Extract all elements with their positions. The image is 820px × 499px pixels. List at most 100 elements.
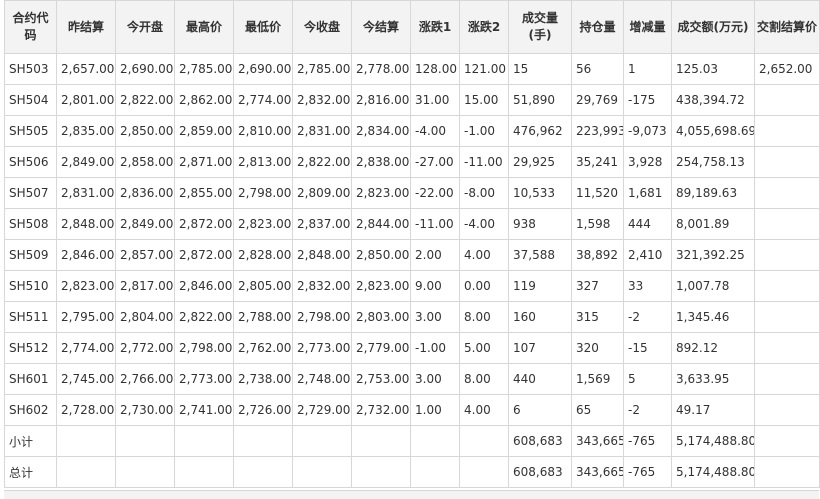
table-cell: 2,652.00 bbox=[754, 53, 820, 85]
col-header-volume: 成交量(手) bbox=[508, 0, 572, 54]
table-cell: 51,890 bbox=[508, 84, 572, 116]
table-row: SH510 2,823.00 2,817.00 2,846.00 2,805.00 2,8… bbox=[4, 270, 820, 302]
table-cell: 2,836.00 bbox=[115, 177, 175, 209]
table-cell: 2,862.00 bbox=[174, 84, 234, 116]
table-cell: 2,804.00 bbox=[115, 301, 175, 333]
table-cell: 2,795.00 bbox=[56, 301, 116, 333]
table-cell: 2,774.00 bbox=[56, 332, 116, 364]
header-row: 合约代码 昨结算 今开盘 最高价 最低价 今收盘 今结算 涨跌1 涨跌2 成交量… bbox=[4, 0, 820, 54]
table-cell: 2,823.00 bbox=[351, 177, 411, 209]
col-header-turnover: 成交额(万元) bbox=[671, 0, 755, 54]
table-cell: -2 bbox=[623, 394, 672, 426]
table-cell: 总计 bbox=[4, 456, 57, 488]
col-header-close: 今收盘 bbox=[292, 0, 352, 54]
col-header-change2: 涨跌2 bbox=[459, 0, 509, 54]
table-cell: 2,810.00 bbox=[233, 115, 293, 147]
table-row: SH509 2,846.00 2,857.00 2,872.00 2,828.00 2,8… bbox=[4, 239, 820, 271]
table-cell: -8.00 bbox=[459, 177, 509, 209]
table-cell: 2,809.00 bbox=[292, 177, 352, 209]
table-cell bbox=[174, 456, 234, 488]
table-cell: 2,785.00 bbox=[292, 53, 352, 85]
table-cell: 2,872.00 bbox=[174, 208, 234, 240]
table-cell: SH602 bbox=[4, 394, 57, 426]
table-cell: 2,849.00 bbox=[115, 208, 175, 240]
table-cell: 1,007.78 bbox=[671, 270, 755, 302]
table-cell: 1,598 bbox=[571, 208, 624, 240]
table-cell bbox=[56, 456, 116, 488]
table-cell: 2,859.00 bbox=[174, 115, 234, 147]
table-cell: 1.00 bbox=[410, 394, 460, 426]
table-cell: 29,769 bbox=[571, 84, 624, 116]
table-cell: 8,001.89 bbox=[671, 208, 755, 240]
table-cell: 2,822.00 bbox=[174, 301, 234, 333]
table-cell: 343,665 bbox=[571, 425, 624, 457]
col-header-high: 最高价 bbox=[174, 0, 234, 54]
table-cell: 3,633.95 bbox=[671, 363, 755, 395]
table-cell: 56 bbox=[571, 53, 624, 85]
table-cell: 608,683 bbox=[508, 456, 572, 488]
table-cell: 4,055,698.69 bbox=[671, 115, 755, 147]
table-cell: 3,928 bbox=[623, 146, 672, 178]
table-cell: 1,569 bbox=[571, 363, 624, 395]
table-cell: 2,823.00 bbox=[233, 208, 293, 240]
table-cell: 9.00 bbox=[410, 270, 460, 302]
table-cell: -27.00 bbox=[410, 146, 460, 178]
table-cell: 476,962 bbox=[508, 115, 572, 147]
table-cell bbox=[174, 425, 234, 457]
table-cell bbox=[292, 456, 352, 488]
table-cell: 2,872.00 bbox=[174, 239, 234, 271]
table-cell bbox=[754, 332, 820, 364]
table-cell: 2,848.00 bbox=[292, 239, 352, 271]
table-cell: 29,925 bbox=[508, 146, 572, 178]
table-cell bbox=[754, 425, 820, 457]
table-cell: -2 bbox=[623, 301, 672, 333]
table-cell: 2,690.00 bbox=[115, 53, 175, 85]
table-cell: 33 bbox=[623, 270, 672, 302]
table-cell: -765 bbox=[623, 425, 672, 457]
table-row: SH505 2,835.00 2,850.00 2,859.00 2,810.00 2,8… bbox=[4, 115, 820, 147]
table-cell: 4.00 bbox=[459, 239, 509, 271]
table-cell: 223,993 bbox=[571, 115, 624, 147]
table-cell: 2,828.00 bbox=[233, 239, 293, 271]
col-header-code: 合约代码 bbox=[4, 0, 57, 54]
table-cell: 938 bbox=[508, 208, 572, 240]
table-cell bbox=[56, 425, 116, 457]
table-cell bbox=[754, 394, 820, 426]
col-header-open: 今开盘 bbox=[115, 0, 175, 54]
table-cell: 2,834.00 bbox=[351, 115, 411, 147]
table-cell: SH503 bbox=[4, 53, 57, 85]
table-cell: 2,762.00 bbox=[233, 332, 293, 364]
table-cell: 2,822.00 bbox=[115, 84, 175, 116]
table-row: SH511 2,795.00 2,804.00 2,822.00 2,788.00 2,7… bbox=[4, 301, 820, 333]
table-cell: 6 bbox=[508, 394, 572, 426]
table-cell: 2,805.00 bbox=[233, 270, 293, 302]
table-cell: 31.00 bbox=[410, 84, 460, 116]
table-cell: -11.00 bbox=[410, 208, 460, 240]
table-cell: 438,394.72 bbox=[671, 84, 755, 116]
table-cell: 5 bbox=[623, 363, 672, 395]
table-cell bbox=[410, 456, 460, 488]
table-row: SH602 2,728.00 2,730.00 2,741.00 2,726.00 2,7… bbox=[4, 394, 820, 426]
table-row: SH504 2,801.00 2,822.00 2,862.00 2,774.00 2,8… bbox=[4, 84, 820, 116]
table-cell: 343,665 bbox=[571, 456, 624, 488]
table-cell: 892.12 bbox=[671, 332, 755, 364]
table-cell: 小计 bbox=[4, 425, 57, 457]
table-cell: -9,073 bbox=[623, 115, 672, 147]
table-cell: 2,798.00 bbox=[292, 301, 352, 333]
table-cell: 2,832.00 bbox=[292, 270, 352, 302]
table-cell: SH511 bbox=[4, 301, 57, 333]
table-cell: 107 bbox=[508, 332, 572, 364]
table-cell: 2,838.00 bbox=[351, 146, 411, 178]
table-cell: 8.00 bbox=[459, 363, 509, 395]
table-cell bbox=[754, 115, 820, 147]
table-cell: 2,831.00 bbox=[292, 115, 352, 147]
table-cell bbox=[754, 84, 820, 116]
table-cell: 2,857.00 bbox=[115, 239, 175, 271]
table-cell: 2,803.00 bbox=[351, 301, 411, 333]
col-header-change1: 涨跌1 bbox=[410, 0, 460, 54]
table-cell: 2,690.00 bbox=[233, 53, 293, 85]
table-cell: 315 bbox=[571, 301, 624, 333]
table-cell: -1.00 bbox=[459, 115, 509, 147]
table-cell: 5,174,488.80 bbox=[671, 425, 755, 457]
table-cell: 2,748.00 bbox=[292, 363, 352, 395]
